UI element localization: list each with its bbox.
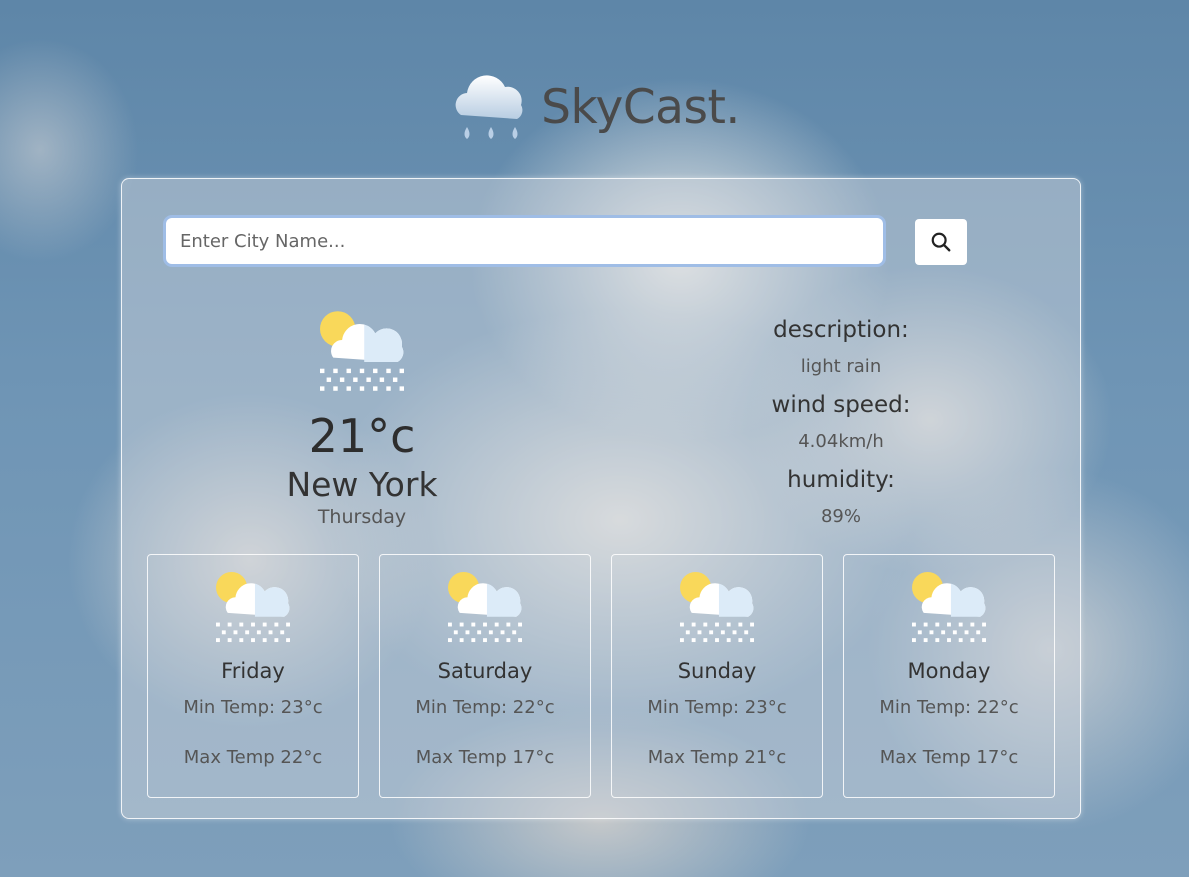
forecast-day: Friday [221, 659, 285, 683]
search-button[interactable] [915, 219, 967, 265]
forecast-day: Saturday [437, 659, 533, 683]
forecast-min-temp: Min Temp: 23°c [183, 697, 323, 718]
forecast-card: Saturday Min Temp: 22°c Max Temp 17°c [379, 554, 591, 798]
forecast-max-temp: Max Temp 17°c [415, 747, 555, 768]
humidity-value: 89% [820, 506, 861, 527]
forecast-min-temp: Min Temp: 22°c [415, 697, 555, 718]
humidity-label: humidity: [787, 467, 895, 493]
city-name: New York [286, 465, 438, 504]
forecast-max-temp: Max Temp 17°c [879, 747, 1019, 768]
partly-cloudy-snow-icon [317, 309, 407, 393]
weather-details: description: light rain wind speed: 4.04… [741, 315, 941, 540]
current-day: Thursday [317, 506, 407, 528]
forecast-card: Monday Min Temp: 22°c Max Temp 17°c [843, 554, 1055, 798]
weather-card: 21°c New York Thursday description: ligh… [121, 178, 1081, 819]
forecast-card: Friday Min Temp: 23°c Max Temp 22°c [147, 554, 359, 798]
forecast-card: Sunday Min Temp: 23°c Max Temp 21°c [611, 554, 823, 798]
description-value: light rain [800, 356, 882, 377]
rain-cloud-icon [455, 75, 523, 139]
partly-cloudy-snow-icon [446, 570, 524, 644]
partly-cloudy-snow-icon [678, 570, 756, 644]
current-weather: 21°c New York Thursday [262, 309, 462, 529]
forecast-list: Friday Min Temp: 23°c Max Temp 22°c Satu… [147, 554, 1055, 798]
wind-speed-value: 4.04km/h [798, 431, 884, 452]
app-header: SkyCast. [0, 62, 1189, 152]
forecast-max-temp: Max Temp 21°c [647, 747, 787, 768]
forecast-min-temp: Min Temp: 23°c [647, 697, 787, 718]
current-temperature: 21°c [308, 409, 416, 463]
forecast-day: Sunday [677, 659, 757, 683]
forecast-max-temp: Max Temp 22°c [183, 747, 323, 768]
city-search-input[interactable] [166, 218, 883, 264]
partly-cloudy-snow-icon [910, 570, 988, 644]
app-title: SkyCast. [541, 79, 740, 135]
search-icon [931, 232, 951, 252]
wind-speed-label: wind speed: [771, 392, 911, 418]
partly-cloudy-snow-icon [214, 570, 292, 644]
forecast-min-temp: Min Temp: 22°c [879, 697, 1019, 718]
description-label: description: [773, 317, 909, 343]
forecast-day: Monday [907, 659, 991, 683]
